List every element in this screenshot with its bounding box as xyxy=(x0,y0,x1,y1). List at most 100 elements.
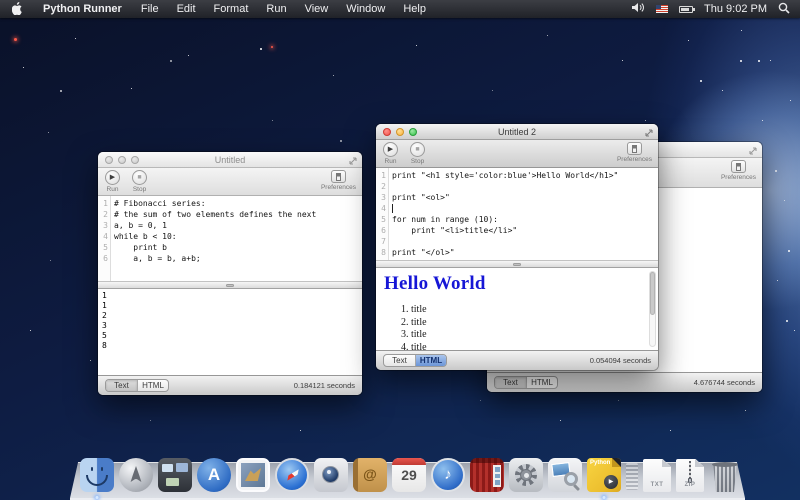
input-language-us-flag-icon[interactable] xyxy=(656,5,668,13)
dock-icon-launchpad[interactable] xyxy=(119,458,153,492)
window2-titlebar[interactable]: Untitled 2 xyxy=(376,124,658,140)
zoom-button[interactable] xyxy=(131,156,139,164)
menu-format[interactable]: Format xyxy=(205,3,258,15)
dock-icon-mission-control[interactable] xyxy=(158,458,192,492)
photo-booth-curtain-icon xyxy=(470,458,504,492)
book-spine xyxy=(353,458,358,492)
active-app-name[interactable]: Python Runner xyxy=(33,3,132,15)
dock-icon-preview[interactable] xyxy=(548,458,582,492)
launchpad-icon xyxy=(119,458,153,492)
window2-line-numbers: 1 2 3 4 5 6 7 8 xyxy=(376,168,389,260)
battery-fill xyxy=(681,8,689,11)
run-button-group: ▶ Run xyxy=(383,142,398,165)
preferences-label: Preferences xyxy=(721,174,756,181)
play-icon: ▶ xyxy=(604,475,618,489)
window1-title: Untitled xyxy=(215,155,246,165)
toggle-switch-icon xyxy=(632,145,637,153)
stop-button[interactable]: ■ xyxy=(132,170,147,185)
preferences-button-group: Preferences xyxy=(617,142,652,163)
stop-label: Stop xyxy=(133,186,146,193)
dock-icon-photo-booth[interactable] xyxy=(470,458,504,492)
dock-icon-txt-document[interactable]: TXT xyxy=(643,459,671,492)
address-book-icon: @ xyxy=(353,458,387,492)
trash-rim xyxy=(712,462,738,467)
spotlight-icon[interactable] xyxy=(778,2,790,17)
dock-icon-facetime[interactable] xyxy=(314,458,348,492)
menu-help[interactable]: Help xyxy=(394,3,435,15)
apple-menu-icon[interactable] xyxy=(0,2,33,16)
running-indicator xyxy=(603,496,606,499)
menu-edit[interactable]: Edit xyxy=(168,3,205,15)
fullscreen-icon[interactable] xyxy=(348,155,358,165)
dock-icon-finder[interactable] xyxy=(80,458,114,492)
archive-icon: ZIP xyxy=(676,459,704,492)
rendered-heading: Hello World xyxy=(384,273,650,295)
dock-icon-system-preferences[interactable] xyxy=(509,458,543,492)
output-scrollbar[interactable] xyxy=(649,271,656,347)
dock-icon-trash[interactable] xyxy=(709,461,741,492)
run-button[interactable]: ▶ xyxy=(105,170,120,185)
dock-icon-ical[interactable]: 29 xyxy=(392,458,426,492)
app-store-icon: A xyxy=(197,458,231,492)
close-button[interactable] xyxy=(383,128,391,136)
safari-compass-icon xyxy=(275,458,309,492)
fullscreen-icon[interactable] xyxy=(644,127,654,137)
dock-icon-safari[interactable] xyxy=(275,458,309,492)
preview-icon xyxy=(548,458,582,492)
minimize-button[interactable] xyxy=(396,128,404,136)
preferences-button[interactable] xyxy=(627,142,642,155)
fullscreen-icon[interactable] xyxy=(748,145,758,155)
dock-icon-python-runner[interactable]: Python ▶ xyxy=(587,458,621,492)
dock-icon-zip-archive[interactable]: ZIP xyxy=(676,459,704,492)
scrollbar-thumb[interactable] xyxy=(650,272,655,315)
menu-file[interactable]: File xyxy=(132,3,168,15)
preferences-button[interactable] xyxy=(731,160,746,173)
menu-run[interactable]: Run xyxy=(257,3,295,15)
toggle-switch-icon xyxy=(736,163,741,171)
window2-output-mode-tabs: Text HTML xyxy=(383,354,447,367)
zipper-icon xyxy=(689,461,691,478)
tab-html[interactable]: HTML xyxy=(137,380,168,391)
tab-html[interactable]: HTML xyxy=(415,355,446,366)
list-item: title xyxy=(411,304,650,317)
window1-splitter[interactable] xyxy=(98,281,362,289)
window1-code-editor[interactable]: 1 2 3 4 5 6 # Fibonacci series: # the su… xyxy=(98,196,362,281)
gear-hole xyxy=(524,473,529,478)
tab-text[interactable]: Text xyxy=(106,380,137,391)
run-button-group: ▶ Run xyxy=(105,170,120,193)
window2-toolbar: ▶ Run ■ Stop Preferences xyxy=(376,140,658,168)
menu-window[interactable]: Window xyxy=(337,3,394,15)
menu-view[interactable]: View xyxy=(296,3,338,15)
window2-bottom-bar: Text HTML 0.054094 seconds xyxy=(376,350,658,370)
window2-splitter[interactable] xyxy=(376,260,658,268)
stop-button-group: ■ Stop xyxy=(132,170,147,193)
dock-separator xyxy=(626,463,638,490)
dock-icon-address-book[interactable]: @ xyxy=(353,458,387,492)
photo-strip-icon xyxy=(493,465,501,487)
run-button[interactable]: ▶ xyxy=(383,142,398,157)
tab-text[interactable]: Text xyxy=(495,377,526,388)
dock-icon-mail[interactable] xyxy=(236,458,270,492)
preferences-button[interactable] xyxy=(331,170,346,183)
dock-icon-app-store[interactable]: A xyxy=(197,458,231,492)
finder-icon xyxy=(80,458,114,492)
document-icon: TXT xyxy=(643,459,671,492)
stop-button[interactable]: ■ xyxy=(410,142,425,157)
window1-toolbar: ▶ Run ■ Stop Preferences xyxy=(98,168,362,196)
dock-icon-itunes[interactable]: ♪ xyxy=(431,458,465,492)
tab-text[interactable]: Text xyxy=(384,355,415,366)
red-star xyxy=(14,38,17,41)
zoom-button[interactable] xyxy=(409,128,417,136)
minimize-button[interactable] xyxy=(118,156,126,164)
list-item: title xyxy=(411,317,650,330)
window1-titlebar[interactable]: Untitled xyxy=(98,152,362,168)
close-button[interactable] xyxy=(105,156,113,164)
tab-html[interactable]: HTML xyxy=(526,377,557,388)
window2-code-editor[interactable]: 1 2 3 4 5 6 7 8 print "<h1 style='color:… xyxy=(376,168,658,260)
preferences-label: Preferences xyxy=(321,184,356,191)
volume-icon[interactable] xyxy=(632,2,645,16)
rocket-icon xyxy=(130,466,142,482)
python-runner-icon: Python ▶ xyxy=(587,458,621,492)
menu-clock[interactable]: Thu 9:02 PM xyxy=(704,3,767,15)
battery-icon[interactable] xyxy=(679,6,693,13)
